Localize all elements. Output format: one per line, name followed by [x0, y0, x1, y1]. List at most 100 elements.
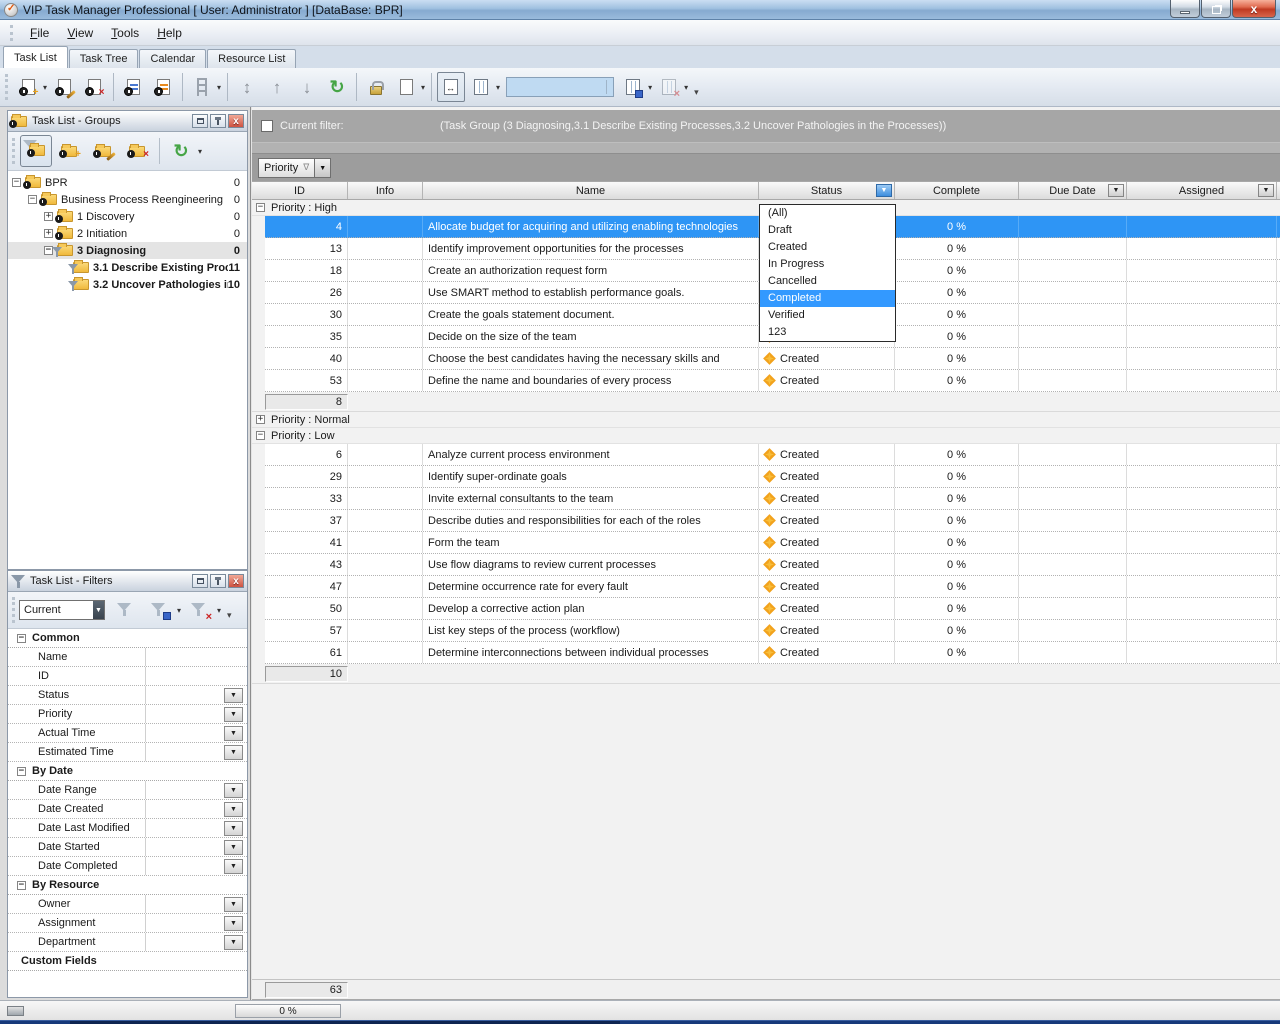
new-group-button[interactable]: + [54, 135, 86, 167]
refresh-button[interactable]: ↻ [323, 72, 351, 102]
group-tree-item-3-2-uncover-pathologies-in-the-processes[interactable]: 3.2 Uncover Pathologies in the Processes… [8, 276, 247, 293]
chevron-down-icon[interactable]: ▾ [217, 606, 221, 615]
titlebar[interactable]: VIP Task Manager Professional [ User: Ad… [0, 0, 1280, 20]
filter-actual-time-dropdown-button[interactable]: ▼ [224, 726, 243, 741]
group-tree-item-1-discovery[interactable]: +1 Discovery0 [8, 208, 247, 225]
chevron-down-icon[interactable]: ▾ [43, 83, 47, 92]
delete-view-button[interactable]: × [655, 72, 683, 102]
groups-panel-close-button[interactable]: x [228, 114, 244, 128]
delete-task-button[interactable]: × [80, 72, 108, 102]
tab-task-list[interactable]: Task List [3, 46, 68, 68]
status-option-all[interactable]: (All) [760, 205, 895, 222]
group-tree-item-3-diagnosing[interactable]: −3 Diagnosing0 [8, 242, 247, 259]
toolbar-overflow-button[interactable]: ▾ [694, 87, 699, 98]
apply-filter-button[interactable] [110, 594, 142, 626]
task-row[interactable]: 57List key steps of the process (workflo… [265, 620, 1280, 642]
filter-date-completed-dropdown-button[interactable]: ▼ [224, 859, 243, 874]
filter-assignment-dropdown-button[interactable]: ▼ [224, 916, 243, 931]
status-option-verified[interactable]: Verified [760, 307, 895, 324]
column-header-name[interactable]: Name [423, 182, 759, 199]
close-button[interactable]: x [1232, 0, 1276, 18]
promote-task-button[interactable] [149, 72, 177, 102]
groups-panel-pin-button[interactable] [210, 114, 226, 128]
status-option-completed[interactable]: Completed [760, 290, 895, 307]
move-up-button[interactable]: ↑ [263, 72, 291, 102]
chevron-down-icon[interactable]: ▾ [198, 147, 202, 156]
current-filter-checkbox[interactable] [261, 120, 273, 132]
refresh-groups-button[interactable]: ↻ [165, 135, 197, 167]
collapse-icon[interactable]: − [12, 178, 21, 187]
menu-item-help[interactable]: Help [148, 22, 191, 44]
export-button[interactable] [392, 72, 420, 102]
status-option-created[interactable]: Created [760, 239, 895, 256]
task-row[interactable]: 37Describe duties and responsibilities f… [265, 510, 1280, 532]
group-tree-item-bpr[interactable]: −BPR0 [8, 174, 247, 191]
edit-task-button[interactable] [50, 72, 78, 102]
lock-button[interactable] [362, 72, 390, 102]
menu-item-file[interactable]: File [21, 22, 58, 44]
column-header-status[interactable]: Status▼ [759, 182, 895, 199]
filter-date-last-modified-dropdown-button[interactable]: ▼ [224, 821, 243, 836]
demote-task-button[interactable] [119, 72, 147, 102]
menu-item-tools[interactable]: Tools [102, 22, 148, 44]
column-header-due-date[interactable]: Due Date▼ [1019, 182, 1127, 199]
column-header-assigned[interactable]: Assigned▼ [1127, 182, 1277, 199]
minimize-button[interactable] [1170, 0, 1200, 18]
collapse-icon[interactable]: − [17, 881, 26, 890]
edit-group-button[interactable] [88, 135, 120, 167]
task-row[interactable]: 50Develop a corrective action planCreate… [265, 598, 1280, 620]
clear-filter-button[interactable]: × [184, 594, 216, 626]
column-filter-due-date-button[interactable]: ▼ [1108, 184, 1124, 197]
status-option-in-progress[interactable]: In Progress [760, 256, 895, 273]
column-header-id[interactable]: ID [252, 182, 348, 199]
expand-rows-button[interactable]: ↕ [233, 72, 261, 102]
task-row[interactable]: 41Form the teamCreated0 % [265, 532, 1280, 554]
chevron-down-icon[interactable]: ▼ [93, 601, 104, 619]
delete-group-button[interactable]: × [122, 135, 154, 167]
collapse-icon[interactable]: − [28, 195, 37, 204]
status-option-123[interactable]: 123 [760, 324, 895, 341]
filters-overflow-button[interactable]: ▾ [227, 610, 232, 621]
menu-item-view[interactable]: View [58, 22, 102, 44]
filter-owner-dropdown-button[interactable]: ▼ [224, 897, 243, 912]
status-option-draft[interactable]: Draft [760, 222, 895, 239]
chevron-down-icon[interactable]: ▾ [177, 606, 181, 615]
collapse-icon[interactable]: − [256, 203, 265, 212]
column-filter-status-button[interactable]: ▼ [876, 184, 892, 197]
restore-button[interactable] [1201, 0, 1231, 18]
task-row[interactable]: 40Choose the best candidates having the … [265, 348, 1280, 370]
tab-resource-list[interactable]: Resource List [207, 49, 296, 68]
chevron-down-icon[interactable]: ▾ [496, 83, 500, 92]
tab-calendar[interactable]: Calendar [139, 49, 206, 68]
task-row[interactable]: 43Use flow diagrams to review current pr… [265, 554, 1280, 576]
view-combo-combobox[interactable] [506, 77, 614, 97]
groups-panel-restore-button[interactable] [192, 114, 208, 128]
save-view-button[interactable] [619, 72, 647, 102]
filter-preset-combobox[interactable]: Current ▼ [19, 600, 105, 620]
filter-priority-dropdown-button[interactable]: ▼ [224, 707, 243, 722]
expand-icon[interactable]: + [44, 212, 53, 221]
collapse-icon[interactable]: − [17, 767, 26, 776]
chevron-down-icon[interactable]: ▾ [421, 83, 425, 92]
group-tree-item-3-1-describe-existing-processes[interactable]: 3.1 Describe Existing Processes11 [8, 259, 247, 276]
expand-icon[interactable]: + [44, 229, 53, 238]
task-row[interactable]: 53Define the name and boundaries of ever… [265, 370, 1280, 392]
collapse-icon[interactable]: − [256, 431, 265, 440]
save-filter-button[interactable] [144, 594, 176, 626]
groupby-priority-button[interactable]: Priority ∇ [258, 158, 315, 178]
filters-panel-pin-button[interactable] [210, 574, 226, 588]
new-task-button[interactable]: + [14, 72, 42, 102]
filters-panel-restore-button[interactable] [192, 574, 208, 588]
column-header-info[interactable]: Info [348, 182, 423, 199]
task-row[interactable]: 29Identify super-ordinate goalsCreated0 … [265, 466, 1280, 488]
groupby-priority-dropdown-button[interactable]: ▼ [315, 158, 331, 178]
chevron-down-icon[interactable]: ▾ [684, 83, 688, 92]
tab-task-tree[interactable]: Task Tree [69, 49, 139, 68]
filters-panel-close-button[interactable]: x [228, 574, 244, 588]
group-tree-item-business-process-reengineering[interactable]: −Business Process Reengineering0 [8, 191, 247, 208]
expand-icon[interactable]: + [256, 415, 265, 424]
status-option-cancelled[interactable]: Cancelled [760, 273, 895, 290]
filter-date-started-dropdown-button[interactable]: ▼ [224, 840, 243, 855]
collapse-icon[interactable]: − [17, 634, 26, 643]
filter-estimated-time-dropdown-button[interactable]: ▼ [224, 745, 243, 760]
